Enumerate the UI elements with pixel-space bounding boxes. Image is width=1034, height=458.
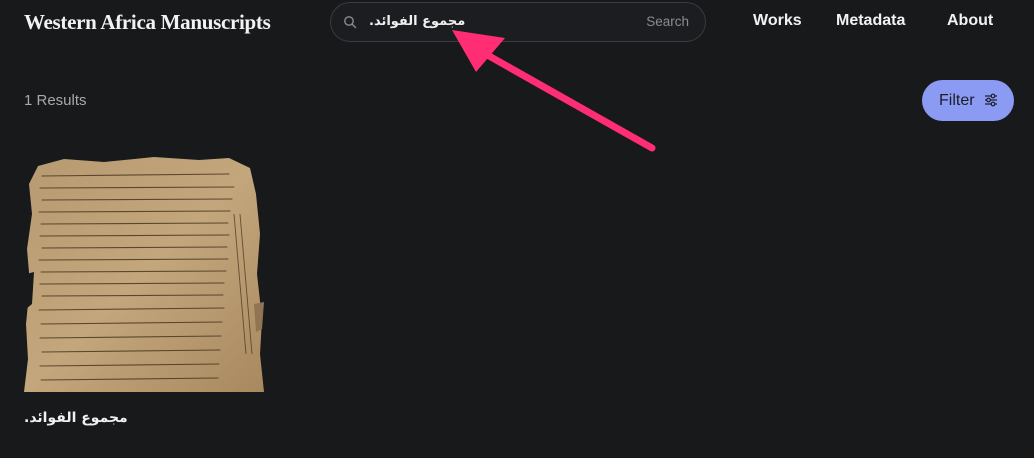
site-header: Western Africa Manuscripts مجموع الفوائد… (0, 0, 1034, 46)
site-title[interactable]: Western Africa Manuscripts (24, 10, 271, 35)
nav-metadata[interactable]: Metadata (836, 12, 905, 30)
manuscript-thumbnail[interactable] (24, 154, 266, 392)
result-title[interactable]: مجموع الفوائد. (24, 410, 128, 426)
results-count: 1 Results (24, 92, 87, 109)
filter-button[interactable]: Filter (922, 80, 1014, 121)
search-input[interactable]: مجموع الفوائد. (369, 14, 465, 29)
search-button[interactable]: Search (646, 14, 689, 29)
search-bar[interactable]: مجموع الفوائد. Search (330, 2, 706, 42)
result-card[interactable]: مجموع الفوائد. (24, 154, 266, 444)
nav-about[interactable]: About (947, 12, 993, 30)
nav-works[interactable]: Works (753, 12, 802, 30)
search-icon (344, 16, 357, 29)
filter-label: Filter (939, 92, 975, 109)
sliders-icon (985, 93, 997, 107)
